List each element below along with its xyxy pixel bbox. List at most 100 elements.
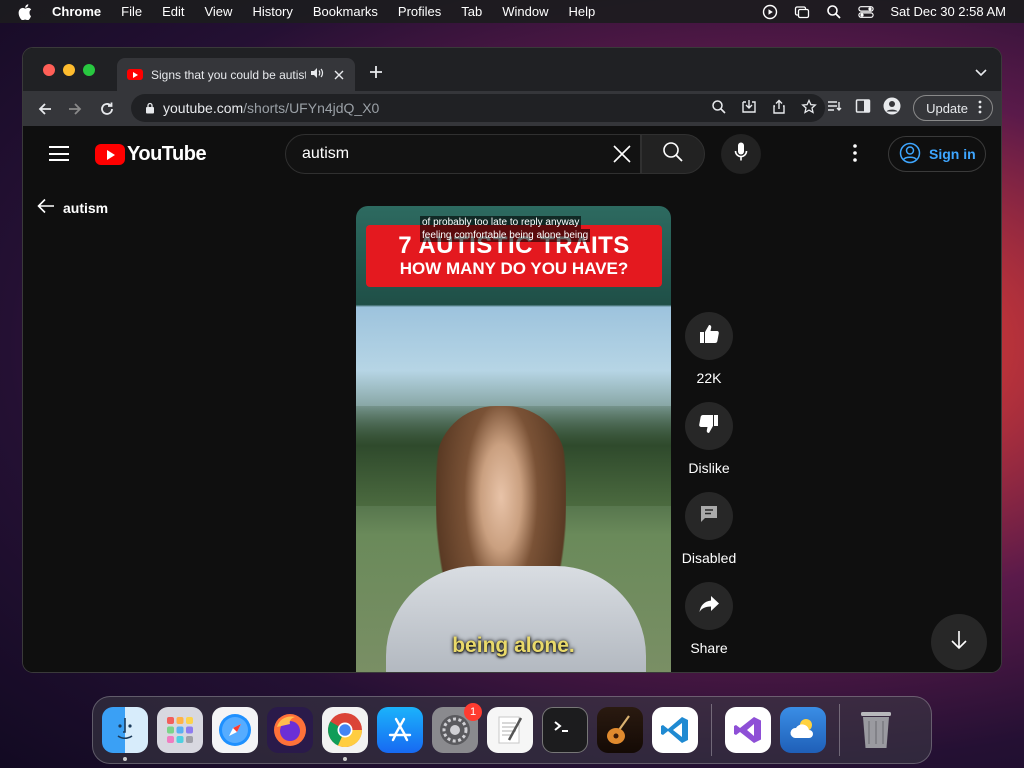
install-app-icon[interactable] <box>741 99 757 118</box>
like-count: 22K <box>696 370 722 386</box>
trash-icon[interactable] <box>853 707 899 753</box>
running-indicator <box>343 757 347 761</box>
url-path: /shorts/UFYn4jdQ_X0 <box>243 100 380 116</box>
menu-app-name[interactable]: Chrome <box>52 4 101 19</box>
youtube-play-logo-icon <box>95 144 125 165</box>
zoom-search-icon[interactable] <box>711 99 727 118</box>
sign-in-label: Sign in <box>929 146 976 162</box>
share-arrow-icon <box>698 593 720 620</box>
search-icon <box>662 141 684 168</box>
forward-arrow-icon[interactable] <box>65 99 85 119</box>
garageband-icon[interactable] <box>597 707 643 753</box>
like-action[interactable]: 22K <box>681 312 737 386</box>
weather-icon[interactable] <box>780 707 826 753</box>
back-arrow-icon[interactable] <box>35 99 55 119</box>
youtube-wordmark: YouTube <box>127 143 207 165</box>
browser-window: Signs that you could be autistic youtube… <box>22 47 1002 673</box>
search-button[interactable] <box>641 134 705 174</box>
menu-window[interactable]: Window <box>502 4 548 19</box>
caption-line-2: feeling comfortable being alone being <box>420 229 591 242</box>
youtube-logo[interactable]: YouTube <box>95 143 207 166</box>
short-video-player[interactable]: 7 AUTISTIC TRAITS HOW MANY DO YOU HAVE? … <box>356 206 671 672</box>
back-to-search[interactable]: autism <box>37 198 108 217</box>
voice-search-button[interactable] <box>721 134 761 174</box>
menu-clock[interactable]: Sat Dec 30 2:58 AM <box>890 4 1006 19</box>
youtube-page: YouTube autism Sign in autism 7 AUTISTIC… <box>23 126 1001 672</box>
lock-icon[interactable] <box>145 102 155 114</box>
audio-playing-icon[interactable] <box>310 67 324 82</box>
menu-help[interactable]: Help <box>569 4 596 19</box>
firefox-icon[interactable] <box>267 707 313 753</box>
zoom-window-button[interactable] <box>83 64 95 76</box>
youtube-favicon-icon <box>127 69 143 80</box>
safari-icon[interactable] <box>212 707 258 753</box>
terminal-icon[interactable] <box>542 707 588 753</box>
comments-button[interactable] <box>685 492 733 540</box>
share-button[interactable] <box>685 582 733 630</box>
screen-mirroring-icon[interactable] <box>794 4 810 20</box>
system-settings-icon[interactable]: 1 <box>432 703 482 753</box>
notification-badge: 1 <box>464 703 482 721</box>
comments-label: Disabled <box>681 550 737 566</box>
kebab-menu-icon[interactable] <box>978 100 982 117</box>
menu-tab[interactable]: Tab <box>461 4 482 19</box>
control-center-icon[interactable] <box>858 4 875 20</box>
back-arrow-icon <box>37 198 55 217</box>
clear-search-icon[interactable] <box>612 144 632 169</box>
profile-avatar-icon[interactable] <box>883 97 901 120</box>
dislike-action[interactable]: Dislike <box>681 402 737 476</box>
tab-search-chevron-icon[interactable] <box>975 64 987 82</box>
hamburger-menu-icon[interactable] <box>49 146 69 161</box>
running-indicator <box>123 757 127 761</box>
chrome-icon[interactable] <box>322 707 368 761</box>
search-query: autism <box>302 145 350 162</box>
reload-icon[interactable] <box>97 99 117 119</box>
play-status-icon[interactable] <box>762 4 778 20</box>
thumbs-up-icon <box>698 323 720 350</box>
menu-history[interactable]: History <box>252 4 292 19</box>
share-action[interactable]: Share <box>681 582 737 656</box>
app-store-icon[interactable] <box>377 707 423 753</box>
close-window-button[interactable] <box>43 64 55 76</box>
close-tab-icon[interactable] <box>334 67 344 83</box>
menu-file[interactable]: File <box>121 4 142 19</box>
browser-toolbar: youtube.com/shorts/UFYn4jdQ_X0 Update <box>23 91 1001 126</box>
bookmark-star-icon[interactable] <box>801 98 817 118</box>
banner-line-2: HOW MANY DO YOU HAVE? <box>399 258 629 278</box>
menu-bookmarks[interactable]: Bookmarks <box>313 4 378 19</box>
launchpad-icon[interactable] <box>157 707 203 753</box>
menu-profiles[interactable]: Profiles <box>398 4 441 19</box>
dock-separator <box>711 704 712 756</box>
apple-icon[interactable] <box>18 3 34 20</box>
sign-in-button[interactable]: Sign in <box>888 136 986 172</box>
like-button[interactable] <box>685 312 733 360</box>
url-host: youtube.com <box>163 100 244 116</box>
active-tab[interactable]: Signs that you could be autistic <box>117 58 355 91</box>
menu-view[interactable]: View <box>204 4 232 19</box>
minimize-window-button[interactable] <box>63 64 75 76</box>
microphone-icon <box>734 142 748 167</box>
dock-separator <box>839 704 840 756</box>
vscode-icon[interactable] <box>652 707 698 753</box>
update-button[interactable]: Update <box>913 95 993 121</box>
more-options-icon[interactable] <box>853 144 857 167</box>
search-input[interactable]: autism <box>285 134 641 174</box>
dislike-button[interactable] <box>685 402 733 450</box>
menu-edit[interactable]: Edit <box>162 4 184 19</box>
next-short-button[interactable] <box>931 614 987 670</box>
visual-studio-icon[interactable] <box>725 707 771 753</box>
window-controls <box>43 64 95 76</box>
share-page-icon[interactable] <box>771 99 787 118</box>
short-actions: 22K Dislike Disabled Share <box>681 312 737 672</box>
textedit-icon[interactable] <box>487 707 533 753</box>
reading-list-icon[interactable] <box>827 98 843 119</box>
finder-icon[interactable] <box>102 707 148 761</box>
dock: 1 <box>92 696 932 764</box>
spotlight-search-icon[interactable] <box>826 4 842 20</box>
share-label: Share <box>690 640 728 656</box>
side-panel-icon[interactable] <box>855 98 871 119</box>
tab-title: Signs that you could be autistic <box>151 67 306 82</box>
comments-action[interactable]: Disabled <box>681 492 737 566</box>
address-bar[interactable]: youtube.com/shorts/UFYn4jdQ_X0 <box>131 94 825 122</box>
new-tab-icon[interactable] <box>369 62 383 85</box>
